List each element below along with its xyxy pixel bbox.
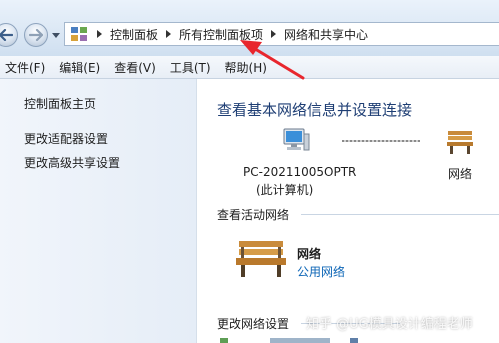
- menu-file[interactable]: 文件(F): [0, 59, 54, 76]
- change-advanced-sharing-link[interactable]: 更改高级共享设置: [24, 154, 120, 171]
- menu-help[interactable]: 帮助(H): [220, 59, 276, 76]
- menu-edit[interactable]: 编辑(E): [54, 59, 109, 76]
- breadcrumb-network-center[interactable]: 网络和共享中心: [284, 26, 368, 43]
- section-divider: [301, 214, 499, 215]
- page-title: 查看基本网络信息并设置连接: [217, 101, 413, 119]
- address-path[interactable]: 控制面板 所有控制面板项 网络和共享中心: [64, 22, 499, 46]
- active-networks-heading: 查看活动网络: [217, 208, 290, 222]
- main-content: 查看基本网络信息并设置连接 PC-20211005OPTR (此计算机) 网络 …: [197, 79, 499, 343]
- computer-icon: [283, 128, 310, 151]
- watermark: 知乎 @UG模具设计编程老师: [306, 317, 473, 332]
- control-panel-icon: [71, 27, 87, 41]
- public-network-link[interactable]: 公用网络: [297, 263, 345, 280]
- forward-arrow-icon: [29, 29, 43, 41]
- back-arrow-icon: [0, 29, 13, 41]
- breadcrumb-separator-icon[interactable]: [166, 30, 172, 38]
- active-network-name: 网络: [297, 247, 322, 261]
- control-panel-home-link[interactable]: 控制面板主页: [24, 95, 96, 112]
- back-button[interactable]: [0, 23, 18, 47]
- connection-line: [342, 140, 420, 142]
- forward-button[interactable]: [24, 23, 48, 47]
- change-network-settings-heading: 更改网络设置: [217, 317, 290, 331]
- computer-sublabel: (此计算机): [256, 183, 314, 197]
- change-adapter-settings-link[interactable]: 更改适配器设置: [24, 130, 108, 147]
- recent-pages-dropdown-icon[interactable]: [52, 33, 60, 39]
- cutoff-task-icons: [220, 338, 358, 343]
- menu-tools[interactable]: 工具(T): [165, 59, 220, 76]
- bench-network-icon: [447, 131, 473, 154]
- task-pane: 控制面板主页 更改适配器设置 更改高级共享设置: [0, 79, 197, 343]
- computer-name: PC-20211005OPTR: [243, 165, 357, 179]
- breadcrumb-control-panel[interactable]: 控制面板: [110, 26, 158, 43]
- menu-bar: 文件(F) 编辑(E) 查看(V) 工具(T) 帮助(H): [0, 56, 499, 79]
- breadcrumb-separator-icon[interactable]: [97, 30, 102, 38]
- menu-view[interactable]: 查看(V): [109, 59, 165, 76]
- bench-network-icon: [236, 241, 286, 277]
- breadcrumb-all-items[interactable]: 所有控制面板项: [179, 26, 263, 43]
- address-bar: 控制面板 所有控制面板项 网络和共享中心: [0, 0, 499, 56]
- network-label[interactable]: 网络: [448, 165, 472, 182]
- breadcrumb-separator-icon[interactable]: [271, 30, 277, 38]
